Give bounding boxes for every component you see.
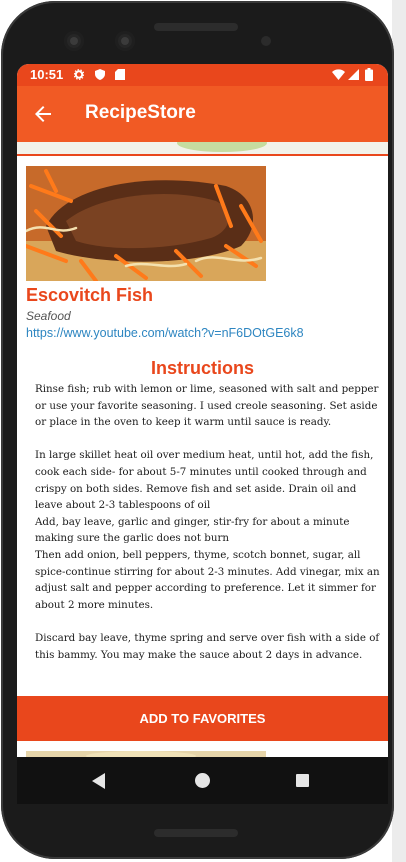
instructions-heading: Instructions [150,358,254,378]
phone-frame: 10:51 RecipeStore Escovitch Fish Seafood… [1,1,394,859]
youtube-link[interactable]: https://www.youtube.com/watch?v=nF6DOtGE… [26,326,304,340]
speaker-grille [154,829,238,837]
system-navigation-bar [17,757,388,804]
gear-icon [74,69,84,80]
meal-image [26,166,266,281]
sd-card-icon [115,69,125,80]
meal-category: Seafood [26,309,71,323]
status-time: 10:51 [30,67,64,82]
status-bar: 10:51 [17,64,388,86]
previous-card-edge [17,142,388,156]
app-bar: RecipeStore [17,86,388,142]
nav-back-icon[interactable] [92,773,105,789]
speaker-grille [154,23,238,31]
signal-icon [348,69,359,80]
app-screen: 10:51 RecipeStore Escovitch Fish Seafood… [17,64,388,804]
instructions-text: Rinse fish; rub with lemon or lime, seas… [35,383,380,661]
wifi-icon [332,69,345,80]
battery-icon [365,68,373,81]
arrow-left-icon[interactable] [31,102,55,126]
background-window-edge [392,0,406,862]
shield-icon [95,69,105,80]
nav-home-icon[interactable] [195,773,210,788]
add-to-favorites-button[interactable]: ADD TO FAVORITES [17,696,388,741]
front-camera-icon [64,31,84,51]
recipe-card: Escovitch Fish Seafood https://www.youtu… [17,156,388,756]
meal-title: Escovitch Fish [26,285,154,305]
proximity-sensor [261,36,271,46]
nav-recents-icon[interactable] [296,774,309,787]
app-title: RecipeStore [85,102,196,123]
front-camera-icon [115,31,135,51]
